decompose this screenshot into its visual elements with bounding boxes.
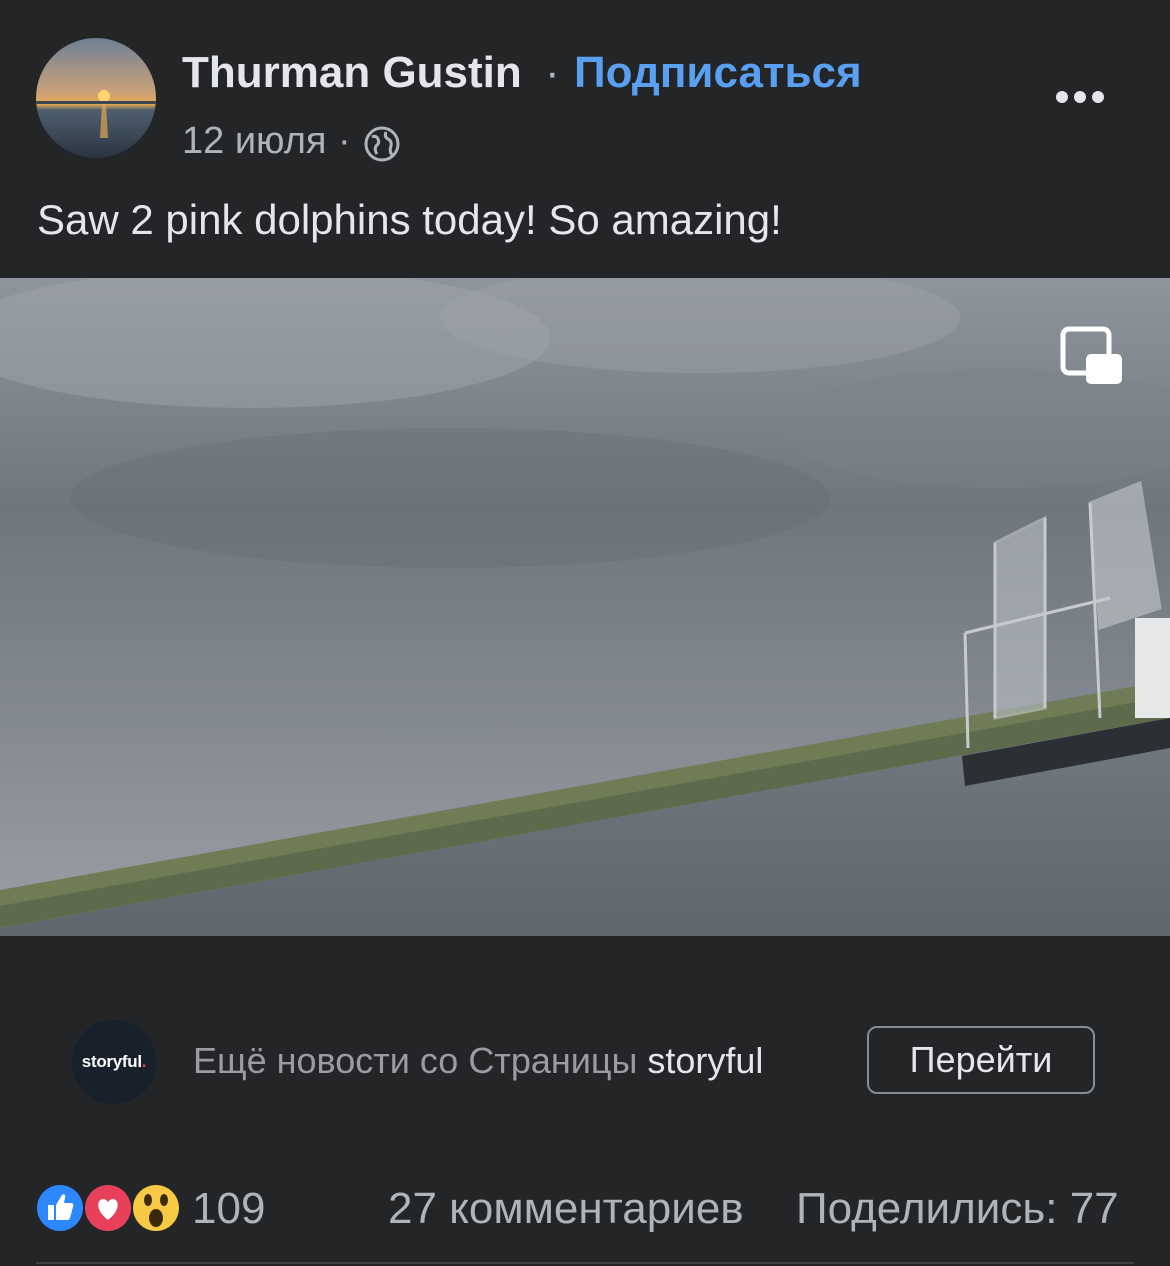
goto-page-button[interactable]: Перейти	[867, 1026, 1095, 1094]
more-options-icon[interactable]	[1052, 82, 1108, 112]
post-text: Saw 2 pink dolphins today! So amazing!	[37, 196, 782, 243]
author-avatar[interactable]	[36, 38, 156, 158]
reactions-count[interactable]: 109	[192, 1184, 265, 1234]
separator-dot: ·	[545, 48, 560, 97]
video-frame-image	[0, 278, 1170, 936]
shares-count[interactable]: Поделились: 77	[796, 1184, 1119, 1234]
follow-button[interactable]: Подписаться	[574, 48, 862, 98]
storyful-logo[interactable]: storyful.	[72, 1020, 156, 1104]
globe-icon	[362, 124, 402, 164]
love-icon	[83, 1183, 133, 1233]
more-news-text: Ещё новости со Страницы storyful	[193, 1040, 763, 1082]
wow-icon	[131, 1183, 181, 1233]
separator-dot: ·	[338, 120, 351, 162]
video-player[interactable]	[0, 278, 1170, 936]
avatar-sunset-image	[36, 38, 156, 158]
reaction-icons[interactable]	[34, 1180, 184, 1236]
storyful-logo-text: storyful.	[81, 1052, 147, 1071]
like-icon	[35, 1183, 85, 1233]
post-date[interactable]: 12 июля	[182, 120, 326, 163]
picture-in-picture-icon[interactable]	[1060, 326, 1124, 388]
divider	[36, 1262, 1134, 1264]
more-news-prefix: Ещё новости со Страницы	[193, 1040, 638, 1081]
comments-count[interactable]: 27 комментариев	[388, 1184, 744, 1234]
publisher-page-name[interactable]: storyful	[647, 1040, 763, 1081]
author-name[interactable]: Thurman Gustin	[182, 48, 522, 98]
